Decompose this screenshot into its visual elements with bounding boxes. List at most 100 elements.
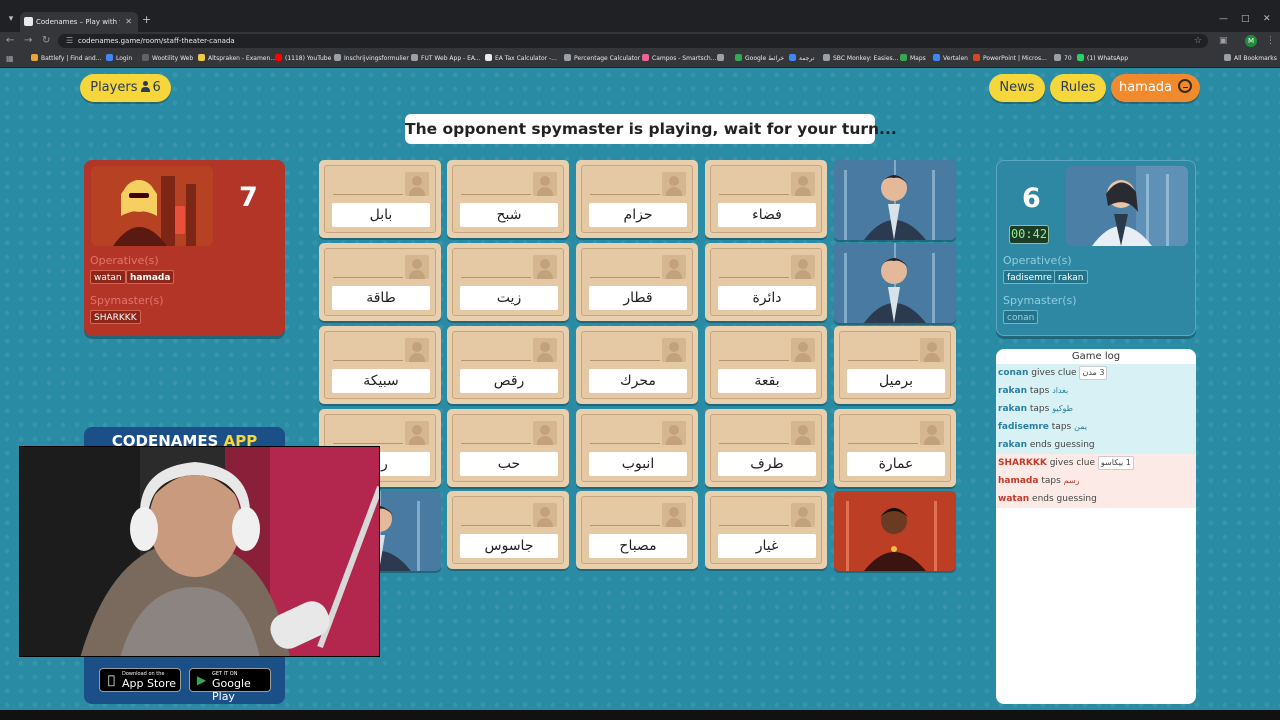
extensions-icon[interactable]: ▣ [1219, 35, 1228, 47]
google-play-icon: ▶ [196, 673, 207, 687]
bookmark-item[interactable]: (1118) YouTube [275, 50, 331, 68]
word-card[interactable]: حب [447, 409, 569, 487]
word-card[interactable]: عمارة [834, 409, 956, 487]
card-word: فضاء [718, 203, 816, 227]
bookmark-item[interactable]: Battlefy | Find and... [31, 50, 101, 68]
word-card[interactable]: رقص [447, 326, 569, 404]
bookmark-item[interactable]: 70 [1054, 50, 1072, 68]
card-frame: فضاء [710, 165, 822, 233]
bookmark-item[interactable]: Inschrijvingsformulier [334, 50, 409, 68]
bookmark-star-icon[interactable]: ☆ [1194, 34, 1202, 48]
word-card[interactable]: جاسوس [447, 491, 569, 569]
bookmark-label: Wootility Web [152, 55, 194, 62]
word-card[interactable]: محرك [576, 326, 698, 404]
profile-avatar[interactable]: M [1245, 35, 1257, 47]
red-spy-portrait [91, 166, 213, 246]
user-face-icon [1178, 79, 1193, 93]
word-card[interactable]: قطار [576, 243, 698, 321]
word-card[interactable]: مصباح [576, 491, 698, 569]
site-info-icon[interactable]: ☰ [66, 36, 73, 46]
word-card[interactable]: برميل [834, 326, 956, 404]
bookmark-item[interactable]: Vertalen [933, 50, 968, 68]
card-line [719, 443, 789, 444]
bookmark-item[interactable]: PowerPoint | Micros... [973, 50, 1047, 68]
log-player-name: rakan [998, 404, 1027, 414]
card-word: طاقة [332, 286, 430, 310]
word-card[interactable]: بابل [319, 160, 441, 238]
apps-grid-icon[interactable]: ▦ [6, 54, 16, 64]
bookmark-favicon-icon [735, 54, 742, 61]
red-operative-2[interactable]: hamada [126, 270, 175, 284]
word-card[interactable]: طاقة [319, 243, 441, 321]
blue-operative-2[interactable]: rakan [1054, 270, 1088, 284]
browser-menu-icon[interactable]: ⋮ [1266, 35, 1275, 47]
maximize-icon[interactable]: □ [1241, 14, 1250, 24]
url-text[interactable]: codenames.game/room/staff-theater-canada [78, 34, 235, 48]
all-bookmarks[interactable]: All Bookmarks [1224, 50, 1277, 68]
word-card[interactable]: بقعة [705, 326, 827, 404]
bookmark-item[interactable]: FUT Web App - EA... [411, 50, 481, 68]
red-operative-1[interactable]: watan [90, 270, 126, 284]
word-card[interactable]: حزام [576, 160, 698, 238]
log-action: taps [1051, 422, 1072, 432]
bookmark-item[interactable]: Wootility Web [142, 50, 193, 68]
rules-button[interactable]: Rules [1050, 74, 1106, 102]
app-store-button[interactable]:  Download on the App Store [99, 668, 181, 692]
bookmark-item[interactable]: SBC Monkey: Easies... [823, 50, 898, 68]
bookmark-item[interactable]: Campos - Smartsch... [642, 50, 716, 68]
bookmark-item[interactable]: (1) WhatsApp [1077, 50, 1128, 68]
bottom-strip [0, 710, 1280, 720]
card-word: بقعة [718, 369, 816, 393]
user-menu-button[interactable]: hamada [1111, 74, 1200, 102]
google-play-label: Google Play [212, 677, 251, 703]
bookmark-item[interactable]: ترجمة [789, 50, 814, 68]
store-links:  Download on the App Store ▶ GET IT ON … [84, 656, 285, 704]
reload-icon[interactable]: ↻ [42, 34, 50, 48]
google-play-button[interactable]: ▶ GET IT ON Google Play [189, 668, 271, 703]
bookmark-item[interactable]: Login [106, 50, 132, 68]
card-person-icon [791, 172, 815, 196]
bookmark-item[interactable] [717, 50, 727, 68]
close-window-icon[interactable]: ✕ [1263, 14, 1271, 24]
blue-operative-1[interactable]: fadisemre [1003, 270, 1056, 284]
card-word: زيت [460, 286, 558, 310]
word-card[interactable]: زيت [447, 243, 569, 321]
card-person-icon [662, 255, 686, 279]
bookmark-label: Battlefy | Find and... [41, 55, 102, 62]
new-tab-icon[interactable]: + [142, 13, 151, 27]
back-icon[interactable]: ← [6, 34, 14, 48]
bookmark-favicon-icon [933, 54, 940, 61]
bookmark-favicon-icon [334, 54, 341, 61]
news-button[interactable]: News [989, 74, 1045, 102]
bookmark-item[interactable]: EA Tax Calculator -... [485, 50, 557, 68]
bookmark-item[interactable]: Altspraken - Examen... [198, 50, 276, 68]
log-action: taps [1029, 404, 1050, 414]
red-spymaster-1[interactable]: SHARKKK [90, 310, 141, 324]
game-log: Game log conan gives clue 3 مدن rakan tap… [996, 349, 1196, 704]
card-person-icon [791, 255, 815, 279]
tab-close-icon[interactable]: ✕ [125, 12, 132, 32]
players-button[interactable]: Players 6 [80, 74, 171, 102]
bookmark-label: Altspraken - Examen... [208, 55, 277, 62]
word-card[interactable]: طرف [705, 409, 827, 487]
word-card[interactable]: فضاء [705, 160, 827, 238]
browser-tab[interactable]: Codenames – Play with your Fr... ✕ [20, 12, 138, 32]
blue-spymaster-1[interactable]: conan [1003, 310, 1039, 324]
bookmark-item[interactable]: Google خرائط [735, 50, 784, 68]
forward-icon[interactable]: → [24, 34, 32, 48]
blue-operatives-label: Operative(s) [1003, 254, 1072, 267]
tab-search-icon[interactable]: ▾ [4, 12, 18, 26]
card-word: رقص [460, 369, 558, 393]
word-card[interactable]: دائرة [705, 243, 827, 321]
card-word: شبح [460, 203, 558, 227]
word-card[interactable]: سبيكة [319, 326, 441, 404]
bookmark-favicon-icon [973, 54, 980, 61]
minimize-icon[interactable]: — [1219, 14, 1228, 24]
word-card[interactable]: انبوب [576, 409, 698, 487]
omnibox[interactable]: ☰ codenames.game/room/staff-theater-cana… [58, 34, 1208, 48]
bookmark-item[interactable]: Percentage Calculator [564, 50, 640, 68]
log-player-name: hamada [998, 476, 1039, 486]
word-card[interactable]: شبح [447, 160, 569, 238]
bookmark-item[interactable]: Maps [900, 50, 926, 68]
word-card[interactable]: غيار [705, 491, 827, 569]
